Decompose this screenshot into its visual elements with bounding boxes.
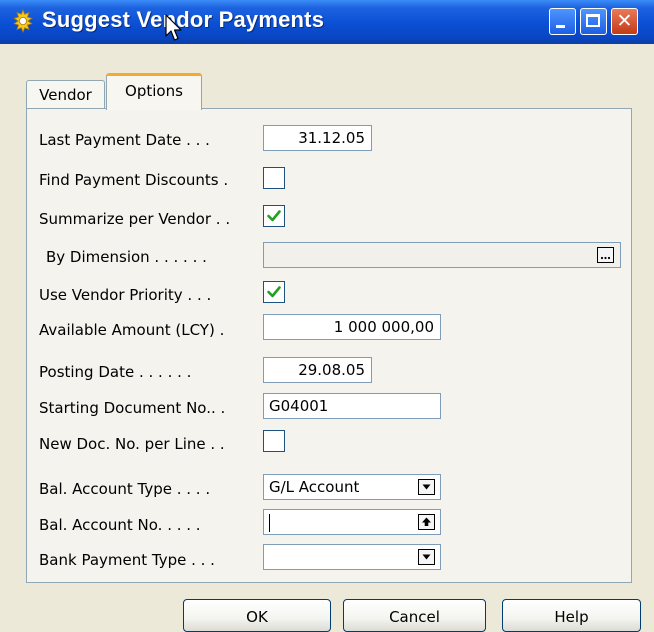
close-button[interactable]: ✕ xyxy=(611,8,638,35)
summarize-per-vendor-checkbox[interactable] xyxy=(263,205,285,227)
by-dimension-field[interactable] xyxy=(263,242,621,268)
bal-account-type-value: G/L Account xyxy=(269,478,360,496)
find-payment-discounts-label: Find Payment Discounts . xyxy=(39,171,229,189)
starting-document-no-label: Starting Document No.. . xyxy=(39,399,226,417)
bal-account-type-label: Bal. Account Type . . . . xyxy=(39,480,211,498)
bal-account-no-field[interactable] xyxy=(263,509,441,535)
last-payment-date-label: Last Payment Date . . . xyxy=(39,131,210,149)
last-payment-date-field[interactable]: 31.12.05 xyxy=(263,125,372,151)
bal-account-no-lookup-button[interactable] xyxy=(418,514,435,530)
dialog-window: Suggest Vendor Payments ✕ Vendor Options… xyxy=(0,0,654,632)
minimize-icon xyxy=(556,25,565,28)
use-vendor-priority-label: Use Vendor Priority . . . xyxy=(39,286,212,304)
new-doc-no-per-line-checkbox[interactable] xyxy=(263,430,285,452)
available-amount-label: Available Amount (LCY) . xyxy=(39,321,225,339)
maximize-icon xyxy=(586,14,600,27)
starting-document-no-field[interactable]: G04001 xyxy=(263,393,441,419)
by-dimension-label: By Dimension . . . . . . xyxy=(46,248,207,266)
bank-payment-type-dropdown-button[interactable] xyxy=(418,549,435,565)
help-button[interactable]: Help xyxy=(502,599,641,632)
available-amount-field[interactable]: 1 000 000,00 xyxy=(263,314,441,340)
summarize-per-vendor-label: Summarize per Vendor . . xyxy=(39,210,231,228)
bank-payment-type-select[interactable] xyxy=(263,544,441,570)
app-gear-icon xyxy=(13,9,33,33)
posting-date-field[interactable]: 29.08.05 xyxy=(263,357,372,383)
title-bar[interactable]: Suggest Vendor Payments ✕ xyxy=(0,0,654,44)
lookup-arrow-up-icon xyxy=(422,517,431,526)
mouse-pointer-icon xyxy=(165,14,182,41)
minimize-button[interactable] xyxy=(549,8,576,35)
bal-account-no-label: Bal. Account No. . . . . xyxy=(39,516,201,534)
use-vendor-priority-checkbox[interactable] xyxy=(263,281,285,303)
checkmark-icon xyxy=(267,210,281,222)
new-doc-no-per-line-label: New Doc. No. per Line . . xyxy=(39,435,225,453)
cancel-button[interactable]: Cancel xyxy=(343,599,486,632)
bal-account-type-dropdown-button[interactable] xyxy=(418,479,435,495)
dropdown-arrow-icon xyxy=(422,554,431,560)
find-payment-discounts-checkbox[interactable] xyxy=(263,167,285,189)
tab-vendor[interactable]: Vendor xyxy=(26,80,105,108)
bank-payment-type-label: Bank Payment Type . . . xyxy=(39,551,215,569)
tab-options[interactable]: Options xyxy=(106,73,202,110)
dropdown-arrow-icon xyxy=(422,484,431,490)
ellipsis-icon xyxy=(600,256,611,260)
maximize-button[interactable] xyxy=(580,8,607,35)
text-cursor xyxy=(269,513,270,532)
close-icon: ✕ xyxy=(616,10,633,32)
checkmark-icon xyxy=(267,286,281,298)
bal-account-type-select[interactable]: G/L Account xyxy=(263,474,441,500)
ok-button[interactable]: OK xyxy=(183,599,331,632)
by-dimension-lookup-button[interactable] xyxy=(597,247,614,263)
posting-date-label: Posting Date . . . . . . xyxy=(39,363,192,381)
